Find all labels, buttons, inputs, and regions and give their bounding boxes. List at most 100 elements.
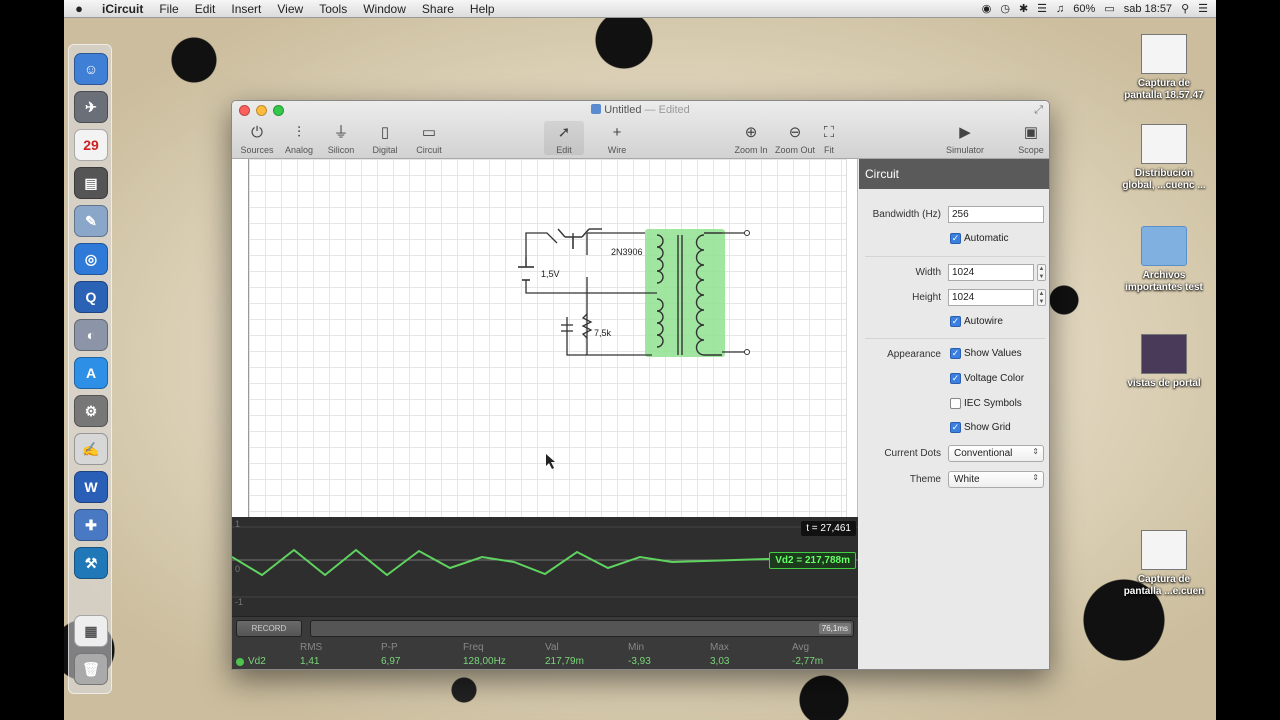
show-values-row: Appearance ✓ Show Values xyxy=(887,348,1022,360)
height-row: Height 1024 ▲ ▼ xyxy=(912,289,1046,306)
preview-icon[interactable]: ✎ xyxy=(74,205,108,237)
show-grid-checkbox[interactable]: ✓ Show Grid xyxy=(950,422,1011,433)
stat-avg: Avg -2,77m xyxy=(792,642,824,667)
current-dots-row: Current Dots Conventional ⇕ xyxy=(859,444,1049,464)
divider xyxy=(865,256,1045,257)
width-stepper[interactable]: ▲ ▼ xyxy=(1037,264,1046,281)
menu-file[interactable]: File xyxy=(151,2,186,16)
quicktime-icon[interactable]: Q xyxy=(74,281,108,313)
automatic-checkbox[interactable]: ✓ Automatic xyxy=(950,233,1008,244)
desktop-file-4[interactable]: Captura de pantalla ...e.cuen xyxy=(1114,530,1214,598)
apple-menu-icon[interactable]: ● xyxy=(64,1,94,16)
transistor-label[interactable]: 2N3906 xyxy=(611,247,643,257)
sources-button[interactable]: ⏻ Sources xyxy=(234,121,280,155)
circuit-canvas[interactable]: 1,5V 2N3906 7,5k xyxy=(232,159,858,517)
spotlight-icon[interactable]: ⚲ xyxy=(1181,2,1189,15)
show-values-checkbox[interactable]: ✓ Show Values xyxy=(950,348,1022,359)
calendar-icon[interactable]: 29 xyxy=(74,129,108,161)
checkbox-checked-icon: ✓ xyxy=(950,348,961,359)
scope-button[interactable]: ▣ Scope xyxy=(1008,121,1049,155)
digital-button[interactable]: ▯ Digital xyxy=(362,121,408,155)
scope-plot[interactable]: 1 0 -1 t = 27,461 Vd2 = 217,788m xyxy=(232,517,858,617)
word-icon[interactable]: W xyxy=(74,471,108,503)
desktop: ● iCircuit File Edit Insert View Tools W… xyxy=(64,0,1216,720)
resistor-label[interactable]: 7,5k xyxy=(594,328,611,338)
battery-status[interactable]: 60% xyxy=(1073,3,1095,15)
bluetooth-icon[interactable]: ✱ xyxy=(1019,2,1028,15)
simulator-button[interactable]: ▶ Simulator xyxy=(942,121,988,155)
document-icon xyxy=(591,104,602,114)
zoom-in-icon: ⊕ xyxy=(744,124,758,141)
finder-icon[interactable]: ☺ xyxy=(74,53,108,85)
textedit-icon[interactable]: ✍ xyxy=(74,433,108,465)
desktop-file-3[interactable]: vistas de portal xyxy=(1114,334,1214,390)
volume-icon[interactable]: ♫ xyxy=(1056,3,1064,15)
time-window-label: 76,1ms xyxy=(818,623,851,634)
safari-icon[interactable]: ◎ xyxy=(74,243,108,275)
height-input[interactable]: 1024 xyxy=(948,289,1034,306)
scope-icon: ▣ xyxy=(1023,124,1039,141)
circuit-schematic[interactable] xyxy=(232,159,858,517)
launchpad-icon[interactable]: ✈ xyxy=(74,91,108,123)
menu-insert[interactable]: Insert xyxy=(223,2,269,16)
label-icon: ▭ xyxy=(421,124,437,141)
app-store-icon[interactable]: A xyxy=(74,357,108,389)
clock[interactable]: sab 18:57 xyxy=(1124,3,1172,15)
menu-share[interactable]: Share xyxy=(414,2,462,16)
menu-view[interactable]: View xyxy=(269,2,311,16)
iec-symbols-checkbox[interactable]: IEC Symbols xyxy=(950,398,1022,409)
battery-label[interactable]: 1,5V xyxy=(541,269,560,279)
stat-val: Val 217,79m xyxy=(545,642,584,667)
width-row: Width 1024 ▲ ▼ xyxy=(915,264,1046,281)
analog-button[interactable]: ⫶ Analog xyxy=(276,121,322,155)
stat-freq: Freq 128,00Hz xyxy=(463,642,506,667)
height-stepper[interactable]: ▲ ▼ xyxy=(1037,289,1046,306)
notification-center-icon[interactable]: ☰ xyxy=(1198,2,1208,15)
dashboard-icon[interactable]: ▤ xyxy=(74,167,108,199)
stat-rms: RMS 1,41 xyxy=(300,642,323,667)
time-scrubber[interactable]: 76,1ms xyxy=(310,620,854,637)
app-menu[interactable]: iCircuit xyxy=(94,2,151,16)
desktop-folder[interactable]: Archivos importantes test xyxy=(1114,226,1214,294)
scope-axis-top: 1 xyxy=(235,519,241,529)
window-title: Untitled — Edited xyxy=(232,104,1049,116)
theme-select[interactable]: White ⇕ xyxy=(948,471,1044,488)
menu-tools[interactable]: Tools xyxy=(311,2,355,16)
channel-vd2[interactable]: Vd2 xyxy=(236,656,266,667)
wire-tool-button[interactable]: + Wire xyxy=(594,121,640,155)
trash-icon[interactable]: 🗑 xyxy=(74,653,108,685)
menu-help[interactable]: Help xyxy=(462,2,503,16)
zoom-in-button[interactable]: ⊕ Zoom In xyxy=(728,121,774,155)
stat-min: Min -3,93 xyxy=(628,642,651,667)
xcode-icon[interactable]: ⚒ xyxy=(74,547,108,579)
current-dots-select[interactable]: Conventional ⇕ xyxy=(948,445,1044,462)
iec-symbols-row: IEC Symbols xyxy=(859,395,1049,415)
time-machine-icon[interactable]: ◷ xyxy=(1000,2,1010,15)
record-status-icon[interactable]: ◉ xyxy=(982,2,992,15)
edit-tool-button[interactable]: ➚ Edit xyxy=(544,121,584,155)
voltage-color-checkbox[interactable]: ✓ Voltage Color xyxy=(950,373,1024,384)
width-input[interactable]: 1024 xyxy=(948,264,1034,281)
menu-edit[interactable]: Edit xyxy=(187,2,224,16)
checkbox-checked-icon: ✓ xyxy=(950,316,961,327)
divider xyxy=(865,338,1045,339)
record-button[interactable]: RECORD xyxy=(236,620,302,637)
output-terminal-top xyxy=(744,230,750,236)
system-preferences-icon[interactable]: ⚙ xyxy=(74,395,108,427)
bandwidth-input[interactable]: 256 xyxy=(948,206,1044,223)
battery-symbol xyxy=(518,266,534,281)
menu-window[interactable]: Window xyxy=(355,2,414,16)
facetime-icon[interactable]: ◐ xyxy=(74,319,108,351)
photo-thumbnail-icon xyxy=(1141,334,1187,374)
autowire-checkbox[interactable]: ✓ Autowire xyxy=(950,316,1003,327)
desktop-file-1[interactable]: Captura de pantalla 18.57.47 xyxy=(1114,34,1214,102)
wifi-icon[interactable]: ☰ xyxy=(1037,2,1047,15)
icircuit-dock-icon[interactable]: ✚ xyxy=(74,509,108,541)
fullscreen-icon[interactable]: ⤢ xyxy=(1034,104,1043,117)
desktop-file-2[interactable]: Distribución global, ...cuenc ... xyxy=(1114,124,1214,192)
fit-button[interactable]: ⛶ Fit xyxy=(806,121,852,155)
documents-stack-icon[interactable]: ▦ xyxy=(74,615,108,647)
silicon-button[interactable]: ⏚ Silicon xyxy=(318,121,364,155)
circuit-button[interactable]: ▭ Circuit xyxy=(406,121,452,155)
crosshair-icon: + xyxy=(612,124,622,141)
